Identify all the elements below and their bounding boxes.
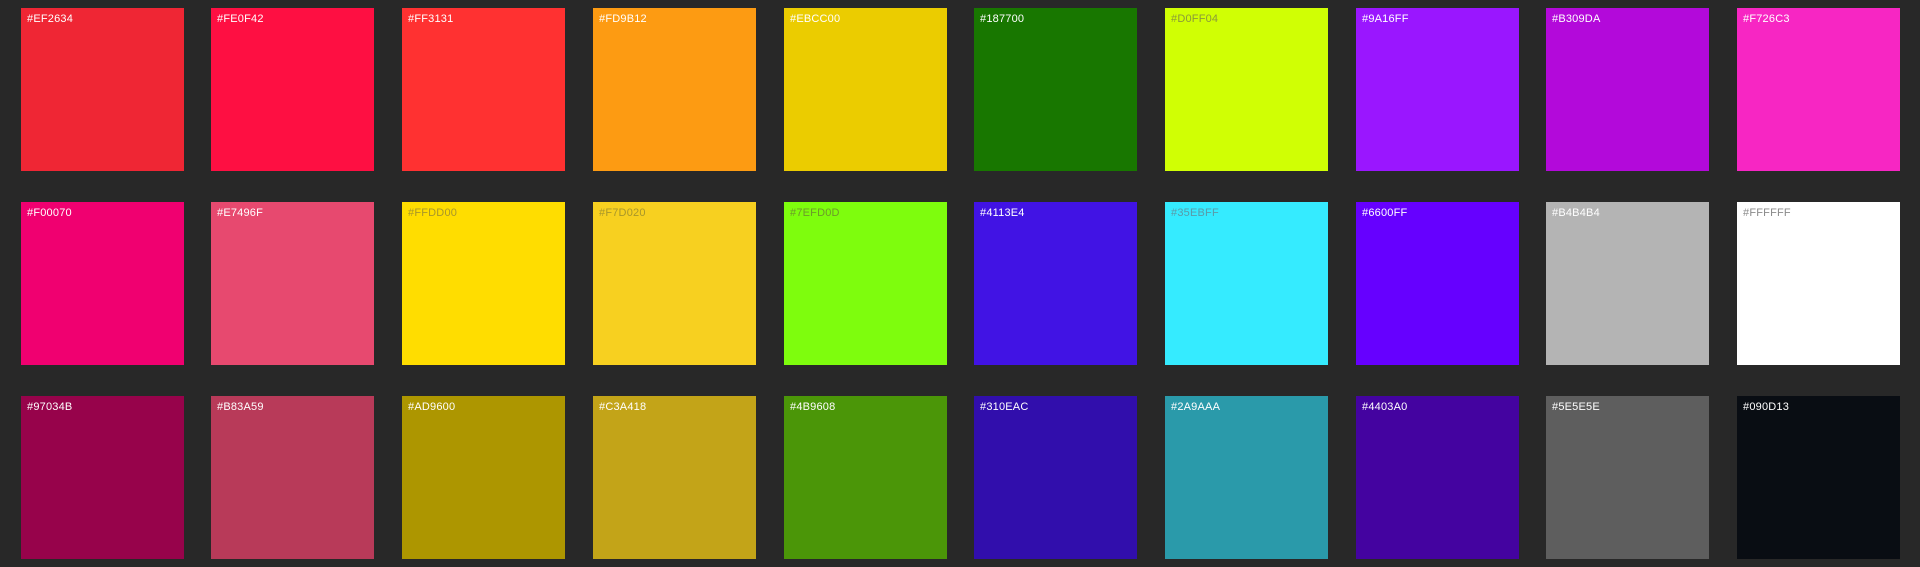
color-swatch[interactable]: #AD9600 (402, 396, 565, 559)
color-swatch[interactable]: #B83A59 (211, 396, 374, 559)
hex-code-label: #FE0F42 (217, 13, 264, 25)
color-swatch[interactable]: #FE0F42 (211, 8, 374, 171)
hex-code-label: #B83A59 (217, 401, 264, 413)
color-swatch[interactable]: #F7D020 (593, 202, 756, 365)
color-swatch[interactable]: #D0FF04 (1165, 8, 1328, 171)
color-swatch[interactable]: #B4B4B4 (1546, 202, 1709, 365)
color-swatch[interactable]: #310EAC (974, 396, 1137, 559)
color-swatch[interactable]: #187700 (974, 8, 1137, 171)
color-swatch[interactable]: #4403A0 (1356, 396, 1519, 559)
color-swatch[interactable]: #35EBFF (1165, 202, 1328, 365)
hex-code-label: #4B9608 (790, 401, 836, 413)
hex-code-label: #B4B4B4 (1552, 207, 1600, 219)
hex-code-label: #FF3131 (408, 13, 454, 25)
hex-code-label: #5E5E5E (1552, 401, 1600, 413)
color-swatch[interactable]: #EF2634 (21, 8, 184, 171)
hex-code-label: #F7D020 (599, 207, 646, 219)
hex-code-label: #EF2634 (27, 13, 74, 25)
hex-code-label: #F726C3 (1743, 13, 1790, 25)
color-swatch[interactable]: #F00070 (21, 202, 184, 365)
color-swatch[interactable]: #4B9608 (784, 396, 947, 559)
color-swatch[interactable]: #090D13 (1737, 396, 1900, 559)
hex-code-label: #2A9AAA (1171, 401, 1221, 413)
hex-code-label: #97034B (27, 401, 73, 413)
hex-code-label: #C3A418 (599, 401, 647, 413)
color-swatch[interactable]: #7EFD0D (784, 202, 947, 365)
color-swatch[interactable]: #B309DA (1546, 8, 1709, 171)
color-swatch[interactable]: #5E5E5E (1546, 396, 1709, 559)
color-swatch[interactable]: #4113E4 (974, 202, 1137, 365)
color-swatch[interactable]: #97034B (21, 396, 184, 559)
color-swatch[interactable]: #FFFFFF (1737, 202, 1900, 365)
color-swatch[interactable]: #2A9AAA (1165, 396, 1328, 559)
hex-code-label: #9A16FF (1362, 13, 1409, 25)
hex-code-label: #4113E4 (980, 207, 1025, 219)
hex-code-label: #4403A0 (1362, 401, 1408, 413)
hex-code-label: #310EAC (980, 401, 1029, 413)
hex-code-label: #E7496F (217, 207, 264, 219)
hex-code-label: #FFFFFF (1743, 207, 1791, 219)
color-swatch[interactable]: #C3A418 (593, 396, 756, 559)
color-swatch[interactable]: #EBCC00 (784, 8, 947, 171)
color-swatch[interactable]: #E7496F (211, 202, 374, 365)
hex-code-label: #B309DA (1552, 13, 1601, 25)
hex-code-label: #F00070 (27, 207, 72, 219)
hex-code-label: #7EFD0D (790, 207, 840, 219)
color-swatch[interactable]: #9A16FF (1356, 8, 1519, 171)
color-swatch[interactable]: #F726C3 (1737, 8, 1900, 171)
hex-code-label: #187700 (980, 13, 1025, 25)
hex-code-label: #6600FF (1362, 207, 1408, 219)
hex-code-label: #EBCC00 (790, 13, 841, 25)
hex-code-label: #FD9B12 (599, 13, 647, 25)
color-swatch[interactable]: #FFDD00 (402, 202, 565, 365)
hex-code-label: #FFDD00 (408, 207, 458, 219)
color-swatch[interactable]: #6600FF (1356, 202, 1519, 365)
color-swatch[interactable]: #FF3131 (402, 8, 565, 171)
hex-code-label: #090D13 (1743, 401, 1790, 413)
hex-code-label: #AD9600 (408, 401, 456, 413)
hex-code-label: #35EBFF (1171, 207, 1219, 219)
color-palette-grid: #EF2634 #FE0F42 #FF3131 #FD9B12 #EBCC00 … (0, 0, 1920, 567)
hex-code-label: #D0FF04 (1171, 13, 1219, 25)
color-swatch[interactable]: #FD9B12 (593, 8, 756, 171)
